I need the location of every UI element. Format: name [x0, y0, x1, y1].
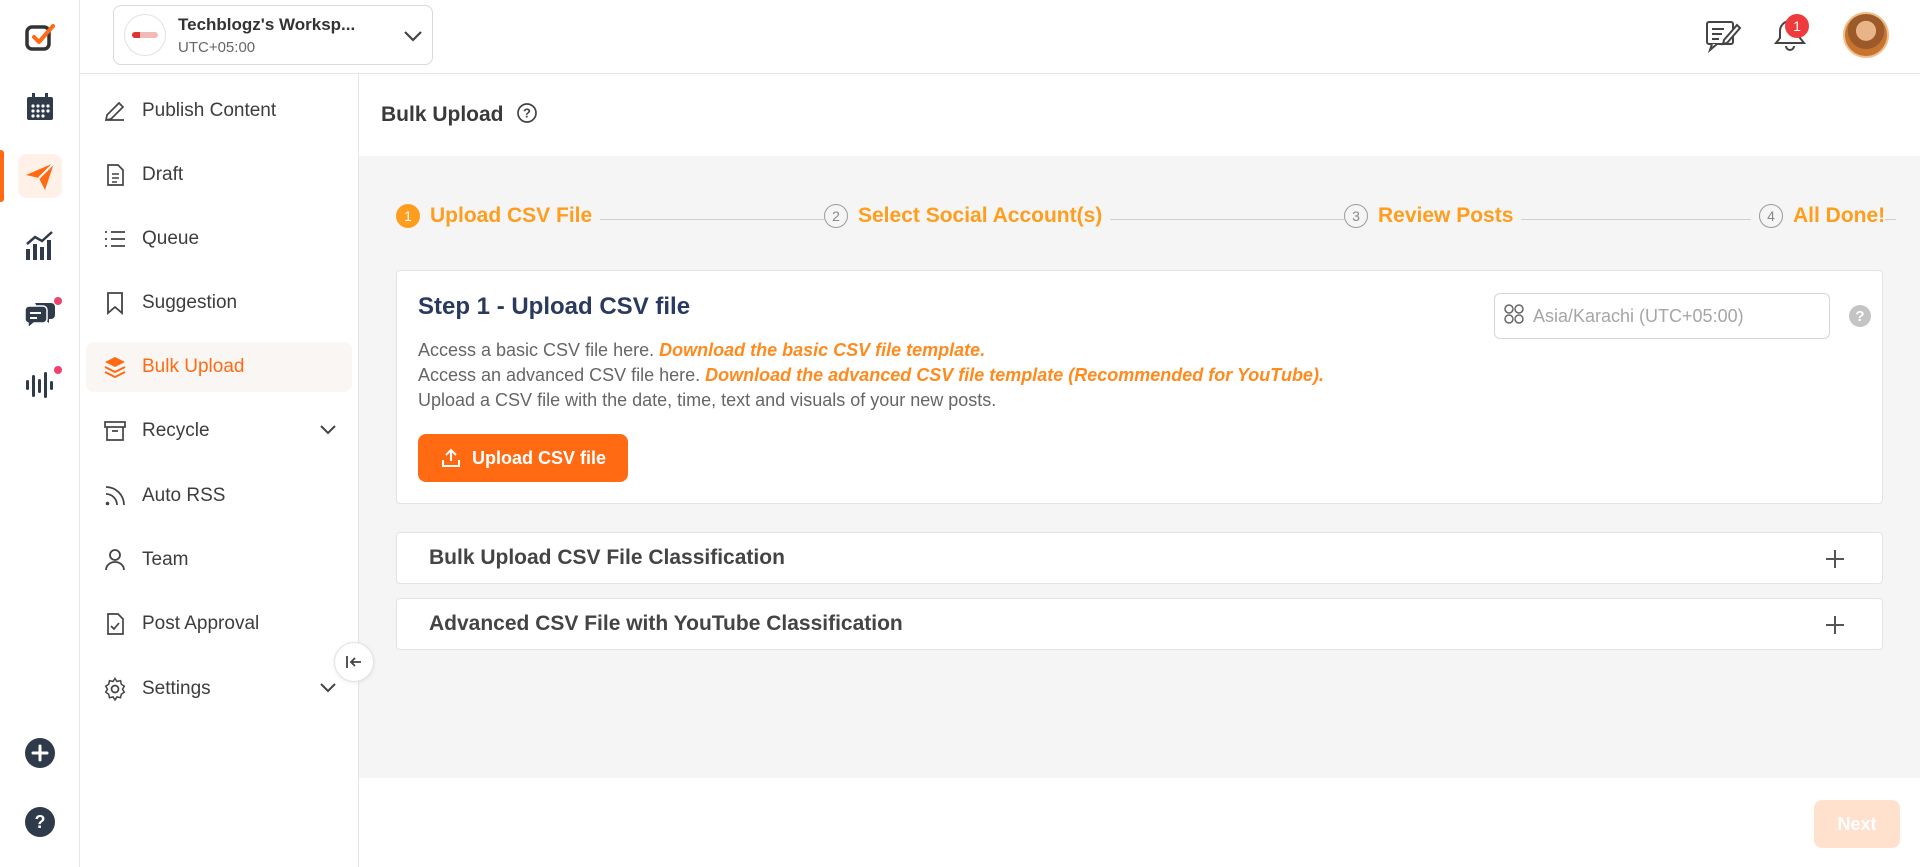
help-icon[interactable]: ? — [18, 800, 62, 844]
accordion-bulk-classification[interactable]: Bulk Upload CSV File Classification — [396, 532, 1883, 584]
notification-badge: 1 — [1785, 14, 1809, 38]
upload-step-card: Step 1 - Upload CSV file Asia/Karachi (U… — [396, 270, 1883, 504]
sidebar-item-label: Suggestion — [142, 292, 238, 313]
chevron-down-icon — [318, 421, 338, 443]
upload-csv-button[interactable]: Upload CSV file — [418, 434, 628, 482]
sidebar-item-publish-content[interactable]: Publish Content — [86, 86, 352, 136]
chat-notification-dot — [54, 297, 62, 305]
bookmark-icon — [102, 290, 128, 316]
sidebar-item-label: Queue — [142, 228, 200, 249]
step-number: 1 — [396, 204, 420, 228]
basic-template-text: Access a basic CSV file here. — [418, 340, 655, 360]
archive-icon — [102, 418, 128, 444]
stepper: 1 Upload CSV File 2 Select Social Accoun… — [396, 204, 1908, 234]
footer: Next — [359, 778, 1920, 867]
sidebar-item-label: Bulk Upload — [142, 356, 245, 377]
sidebar-item-label: Auto RSS — [142, 485, 226, 506]
list-icon — [102, 226, 128, 252]
plus-icon — [1824, 614, 1846, 640]
collapse-left-icon — [346, 656, 361, 668]
sidebar-item-label: Draft — [142, 164, 184, 185]
chevron-down-icon — [402, 28, 424, 48]
help-circle-icon[interactable]: ? — [516, 102, 538, 128]
advanced-template-line: Access an advanced CSV file here. Downlo… — [418, 365, 1324, 386]
step-number: 3 — [1344, 204, 1368, 228]
advanced-template-link[interactable]: Download the advanced CSV file template … — [705, 365, 1324, 385]
upload-instructions: Upload a CSV file with the date, time, t… — [418, 390, 997, 410]
sidebar-item-draft[interactable]: Draft — [86, 150, 352, 200]
sidebar-item-auto-rss[interactable]: Auto RSS — [86, 471, 352, 521]
step-number: 2 — [824, 204, 848, 228]
add-icon[interactable] — [18, 731, 62, 775]
step-label: All Done! — [1793, 204, 1886, 227]
icon-rail: ? — [0, 0, 80, 867]
sidebar-item-queue[interactable]: Queue — [86, 214, 352, 264]
sidebar-item-label: Team — [142, 549, 189, 570]
check-logo-icon[interactable] — [18, 16, 62, 60]
calendar-icon[interactable] — [18, 85, 62, 129]
timezone-select[interactable]: Asia/Karachi (UTC+05:00) — [1494, 293, 1830, 339]
globe-icon — [1503, 303, 1525, 330]
top-bar: Techblogz's Worksp... UTC+05:00 — [80, 0, 1920, 74]
workspace-timezone: UTC+05:00 — [178, 38, 256, 56]
basic-template-link[interactable]: Download the basic CSV file template. — [659, 340, 985, 360]
compose-note-icon[interactable] — [1704, 16, 1742, 58]
workspace-logo — [124, 14, 166, 56]
step-2: 2 Select Social Account(s) — [824, 204, 1111, 228]
user-icon — [102, 547, 128, 573]
chevron-down-icon — [318, 679, 338, 701]
svg-text:?: ? — [35, 812, 46, 832]
accordion-title: Advanced CSV File with YouTube Classific… — [429, 612, 903, 635]
step-label: Upload CSV File — [430, 204, 593, 227]
workspace-selector[interactable]: Techblogz's Worksp... UTC+05:00 — [113, 5, 433, 65]
file-check-icon — [102, 611, 128, 637]
sidebar-item-label: Post Approval — [142, 613, 260, 634]
sidebar-item-bulk-upload[interactable]: Bulk Upload — [86, 342, 352, 392]
basic-template-line: Access a basic CSV file here. Download t… — [418, 340, 985, 361]
step-label: Review Posts — [1378, 204, 1514, 227]
sidebar-item-post-approval[interactable]: Post Approval — [86, 599, 352, 649]
main-content: 1 Upload CSV File 2 Select Social Accoun… — [359, 156, 1920, 778]
step-number: 4 — [1759, 204, 1783, 228]
upload-button-label: Upload CSV file — [471, 447, 606, 468]
advanced-template-text: Access an advanced CSV file here. — [418, 365, 701, 385]
rss-icon — [102, 483, 128, 509]
timezone-value: Asia/Karachi (UTC+05:00) — [1533, 305, 1744, 326]
rail-active-indicator — [0, 150, 4, 202]
svg-text:?: ? — [523, 106, 531, 121]
gear-icon — [102, 676, 128, 702]
analytics-icon[interactable] — [18, 224, 62, 268]
document-icon — [102, 162, 128, 188]
sidebar: Publish Content Draft Queue Suggestion B… — [80, 74, 359, 867]
send-icon[interactable] — [18, 154, 62, 198]
workspace-name: Techblogz's Worksp... — [178, 14, 356, 34]
page-header: Bulk Upload ? — [359, 74, 1920, 156]
sidebar-item-suggestion[interactable]: Suggestion — [86, 278, 352, 328]
accordion-title: Bulk Upload CSV File Classification — [429, 546, 785, 569]
step-label: Select Social Account(s) — [858, 204, 1103, 227]
step-1: 1 Upload CSV File — [396, 204, 601, 228]
pencil-icon — [102, 98, 128, 124]
layers-icon — [102, 354, 128, 380]
avatar[interactable] — [1843, 12, 1889, 58]
accordion-advanced-classification[interactable]: Advanced CSV File with YouTube Classific… — [396, 598, 1883, 650]
next-button[interactable]: Next — [1814, 800, 1900, 848]
plus-icon — [1824, 548, 1846, 574]
upload-icon — [441, 448, 460, 467]
sidebar-item-label: Publish Content — [142, 100, 277, 121]
step-3: 3 Review Posts — [1344, 204, 1522, 228]
collapse-sidebar-button[interactable] — [334, 642, 374, 682]
step-4: 4 All Done! — [1751, 204, 1886, 228]
sidebar-item-label: Settings — [142, 678, 211, 699]
help-icon[interactable]: ? — [1849, 305, 1871, 327]
sidebar-item-label: Recycle — [142, 420, 210, 441]
audio-notification-dot — [54, 366, 62, 374]
page-title: Bulk Upload — [381, 103, 504, 126]
card-title: Step 1 - Upload CSV file — [418, 293, 691, 320]
sidebar-item-recycle[interactable]: Recycle — [86, 406, 352, 456]
sidebar-item-settings[interactable]: Settings — [86, 664, 352, 714]
sidebar-item-team[interactable]: Team — [86, 535, 352, 585]
